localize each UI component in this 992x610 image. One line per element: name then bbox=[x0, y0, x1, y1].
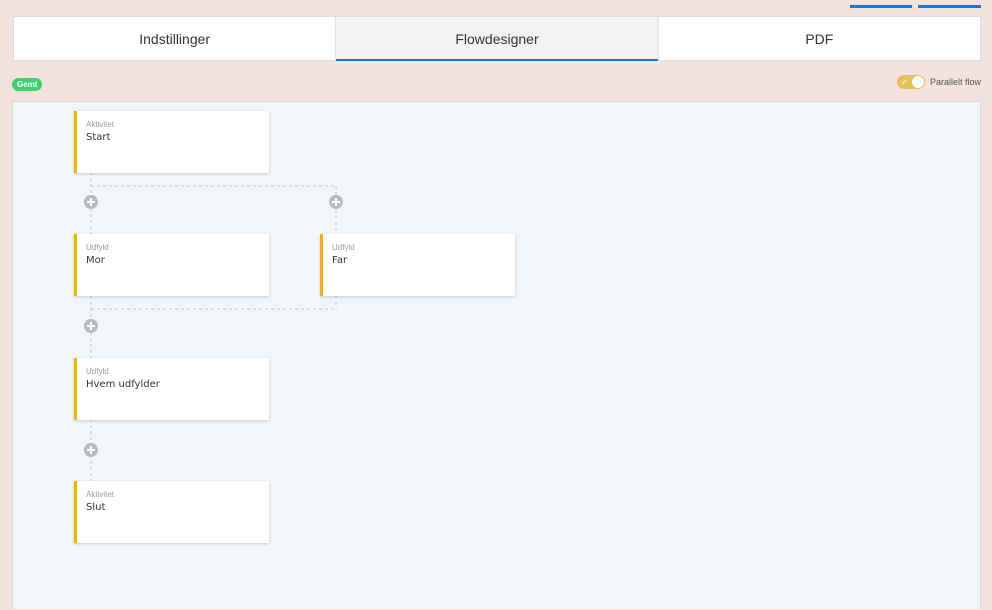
flow-canvas[interactable]: Aktivitet Start Udfyld Mor Udfyld Far Ud… bbox=[12, 101, 981, 609]
node-label: Slut bbox=[86, 502, 106, 513]
node-label: Far bbox=[332, 255, 348, 266]
plus-circle-icon[interactable] bbox=[84, 319, 98, 333]
toggle-knob bbox=[911, 76, 924, 88]
tab-settings[interactable]: Indstillinger bbox=[14, 17, 337, 60]
node-label: Start bbox=[86, 132, 111, 143]
plus-circle-icon[interactable] bbox=[84, 443, 98, 457]
top-button-stubs bbox=[0, 0, 992, 12]
tab-bar: Indstillinger Flowdesigner PDF bbox=[13, 16, 981, 61]
top-button-edge[interactable] bbox=[918, 5, 981, 8]
check-icon: ✓ bbox=[900, 77, 909, 87]
tab-pdf[interactable]: PDF bbox=[659, 17, 980, 60]
node-type: Udfyld bbox=[86, 243, 109, 252]
parallel-flow-label: Parallelt flow bbox=[929, 77, 981, 87]
tab-label: Indstillinger bbox=[139, 30, 211, 47]
node-type: Aktivitet bbox=[86, 120, 115, 129]
node-type: Aktivitet bbox=[86, 490, 115, 499]
flow-node-slut[interactable]: Aktivitet Slut bbox=[74, 481, 269, 543]
node-type: Udfyld bbox=[332, 243, 355, 252]
node-type: Udfyld bbox=[86, 367, 109, 376]
parallel-flow-toggle[interactable]: ✓ bbox=[896, 75, 925, 89]
node-label: Hvem udfylder bbox=[86, 379, 160, 390]
flow-node-mor[interactable]: Udfyld Mor bbox=[74, 234, 269, 296]
flow-node-start[interactable]: Aktivitet Start bbox=[74, 111, 269, 173]
node-label: Mor bbox=[86, 255, 105, 266]
tab-label: PDF bbox=[805, 30, 834, 47]
plus-circle-icon[interactable] bbox=[329, 195, 343, 209]
parallel-flow-control: ✓ Parallelt flow bbox=[896, 75, 981, 89]
plus-circle-icon[interactable] bbox=[84, 195, 98, 209]
top-button-edge[interactable] bbox=[850, 5, 912, 8]
saved-status-badge: Gemt bbox=[12, 78, 43, 91]
flow-node-far[interactable]: Udfyld Far bbox=[320, 234, 515, 296]
tab-flowdesigner[interactable]: Flowdesigner bbox=[336, 17, 659, 61]
tab-label: Flowdesigner bbox=[455, 30, 539, 47]
flow-node-hvem-udfylder[interactable]: Udfyld Hvem udfylder bbox=[74, 358, 269, 420]
